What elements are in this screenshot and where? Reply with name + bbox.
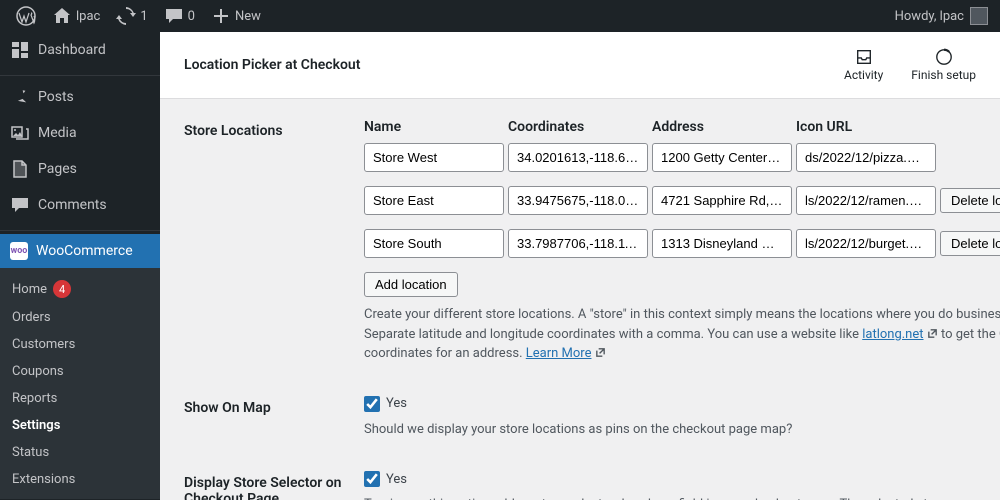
finish-setup-button[interactable]: Finish setup <box>911 48 976 82</box>
location-coords-input[interactable] <box>508 143 648 172</box>
submenu-item-orders[interactable]: Orders <box>0 304 160 331</box>
learn-more-link[interactable]: Learn More <box>526 346 592 361</box>
badge: 4 <box>53 280 71 298</box>
submenu-item-settings[interactable]: Settings <box>0 412 160 439</box>
comments-count: 0 <box>188 9 195 24</box>
inbox-icon <box>855 48 873 66</box>
locations-help: Create your different store locations. A… <box>364 305 1000 364</box>
admin-sidebar: Dashboard Posts Media Pages Comments woo WooCo… <box>0 32 160 500</box>
howdy-text: Howdy, lpac <box>895 9 964 24</box>
location-icon-input[interactable] <box>796 186 936 215</box>
add-location-button[interactable]: Add location <box>364 272 458 297</box>
sidebar-item-label: Comments <box>38 197 107 213</box>
delete-location-button[interactable]: Delete location <box>940 231 1000 256</box>
location-name-input[interactable] <box>364 143 504 172</box>
sidebar-item-dashboard[interactable]: Dashboard <box>0 32 160 68</box>
store-selector-label: Display Store Selector on Checkout Page <box>184 471 364 500</box>
updates-icon <box>116 6 136 26</box>
sidebar-item-comments[interactable]: Comments <box>0 187 160 223</box>
col-coordinates: Coordinates <box>508 119 648 135</box>
location-row: Delete location <box>364 186 1000 215</box>
sidebar-item-label: Dashboard <box>38 42 106 58</box>
location-address-input[interactable] <box>652 186 792 215</box>
account-link[interactable]: Howdy, lpac <box>895 7 992 25</box>
site-name: lpac <box>76 9 100 24</box>
submenu-item-coupons[interactable]: Coupons <box>0 358 160 385</box>
col-address: Address <box>652 119 792 135</box>
sidebar-item-woocommerce[interactable]: woo WooCommerce <box>0 234 160 268</box>
sidebar-item-media[interactable]: Media <box>0 115 160 151</box>
sidebar-item-label: Pages <box>38 161 77 177</box>
location-row: Delete location <box>364 229 1000 258</box>
external-link-icon <box>595 347 606 358</box>
sidebar-item-label: WooCommerce <box>36 243 133 259</box>
store-selector-help: Turning on this option adds a store sele… <box>364 495 976 500</box>
site-name-link[interactable]: lpac <box>44 0 108 32</box>
store-selector-checkbox[interactable] <box>364 471 380 487</box>
delete-location-button[interactable]: Delete location <box>940 188 1000 213</box>
avatar <box>970 7 988 25</box>
comment-icon <box>164 6 184 26</box>
sidebar-item-label: Media <box>38 125 77 141</box>
location-name-input[interactable] <box>364 186 504 215</box>
home-icon <box>52 6 72 26</box>
store-selector-yes: Yes <box>386 472 407 487</box>
show-on-map-help: Should we display your store locations a… <box>364 420 976 440</box>
progress-icon <box>935 48 953 66</box>
admin-toolbar: lpac 1 0 New Howdy, lpac <box>0 0 1000 32</box>
woocommerce-icon: woo <box>10 242 28 260</box>
media-icon <box>10 123 30 143</box>
location-icon-input[interactable] <box>796 229 936 258</box>
external-link-icon <box>927 328 938 339</box>
pin-icon <box>10 87 30 107</box>
dashboard-icon <box>10 40 30 60</box>
submenu-item-status[interactable]: Status <box>0 439 160 466</box>
show-on-map-checkbox[interactable] <box>364 396 380 412</box>
activity-label: Activity <box>844 68 883 82</box>
new-label: New <box>235 9 261 24</box>
latlong-link[interactable]: latlong.net <box>862 327 923 342</box>
page-header: Location Picker at Checkout Activity Fin… <box>160 32 1000 99</box>
updates-count: 1 <box>140 9 147 24</box>
new-content-link[interactable]: New <box>203 0 269 32</box>
submenu-item-reports[interactable]: Reports <box>0 385 160 412</box>
location-address-input[interactable] <box>652 143 792 172</box>
wp-logo[interactable] <box>8 0 44 32</box>
location-row <box>364 143 1000 172</box>
store-locations-label: Store Locations <box>184 119 364 364</box>
woocommerce-submenu: Home4OrdersCustomersCouponsReportsSettin… <box>0 268 160 499</box>
comment-icon <box>10 195 30 215</box>
location-coords-input[interactable] <box>508 186 648 215</box>
finish-label: Finish setup <box>911 68 976 82</box>
sidebar-item-pages[interactable]: Pages <box>0 151 160 187</box>
submenu-item-extensions[interactable]: Extensions <box>0 466 160 493</box>
page-title: Location Picker at Checkout <box>184 57 360 73</box>
activity-button[interactable]: Activity <box>844 48 883 82</box>
location-coords-input[interactable] <box>508 229 648 258</box>
location-address-input[interactable] <box>652 229 792 258</box>
comments-link[interactable]: 0 <box>156 0 203 32</box>
location-name-input[interactable] <box>364 229 504 258</box>
updates-link[interactable]: 1 <box>108 0 155 32</box>
sidebar-item-posts[interactable]: Posts <box>0 79 160 115</box>
show-on-map-label: Show On Map <box>184 396 364 440</box>
pages-icon <box>10 159 30 179</box>
plus-icon <box>211 6 231 26</box>
show-on-map-yes: Yes <box>386 396 407 411</box>
location-icon-input[interactable] <box>796 143 936 172</box>
submenu-item-customers[interactable]: Customers <box>0 331 160 358</box>
col-icon-url: Icon URL <box>796 119 936 135</box>
locations-table-header: Name Coordinates Address Icon URL <box>364 119 1000 143</box>
col-name: Name <box>364 119 504 135</box>
sidebar-item-label: Posts <box>38 89 74 105</box>
submenu-item-home[interactable]: Home4 <box>0 274 160 304</box>
